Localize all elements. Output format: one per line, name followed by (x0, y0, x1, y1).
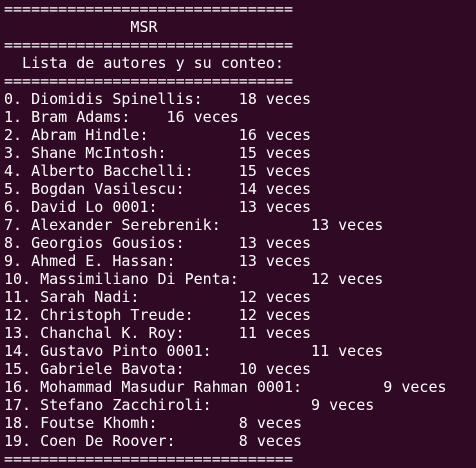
author-count-line: 17. Stefano Zacchiroli: 9 veces (4, 396, 375, 414)
author-count-line: 1. Bram Adams: 16 veces (4, 108, 239, 126)
terminal-output[interactable]: ================================ MSR ===… (4, 0, 476, 468)
author-count-line: 3. Shane McIntosh: 15 veces (4, 144, 312, 162)
author-count-line: 10. Massimiliano Di Penta: 12 veces (4, 270, 384, 288)
author-count-line: 4. Alberto Bacchelli: 15 veces (4, 162, 312, 180)
author-count-line: 9. Ahmed E. Hassan: 13 veces (4, 252, 312, 270)
author-count-line: 13. Chanchal K. Roy: 11 veces (4, 324, 312, 342)
separator-line: ================================ (4, 36, 293, 54)
author-count-line: 16. Mohammad Masudur Rahman 0001: 9 vece… (4, 378, 447, 396)
separator-line: ================================ (4, 0, 293, 18)
author-count-line: 5. Bogdan Vasilescu: 14 veces (4, 180, 312, 198)
author-count-line: 15. Gabriele Bavota: 10 veces (4, 360, 312, 378)
separator-line: ================================ (4, 72, 293, 90)
list-heading: Lista de autores y su conteo: (4, 54, 284, 72)
author-count-line: 0. Diomidis Spinellis: 18 veces (4, 90, 312, 108)
author-count-line: 6. David Lo 0001: 13 veces (4, 198, 312, 216)
author-count-line: 19. Coen De Roover: 8 veces (4, 432, 303, 450)
author-count-line: 11. Sarah Nadi: 12 veces (4, 288, 312, 306)
author-count-line: 12. Christoph Treude: 12 veces (4, 306, 312, 324)
author-count-line: 2. Abram Hindle: 16 veces (4, 126, 312, 144)
header-title: MSR (4, 18, 158, 36)
author-count-line: 7. Alexander Serebrenik: 13 veces (4, 216, 384, 234)
author-count-line: 8. Georgios Gousios: 13 veces (4, 234, 312, 252)
author-count-line: 14. Gustavo Pinto 0001: 11 veces (4, 342, 384, 360)
author-count-line: 18. Foutse Khomh: 8 veces (4, 414, 303, 432)
separator-line: ================================ (4, 450, 293, 468)
